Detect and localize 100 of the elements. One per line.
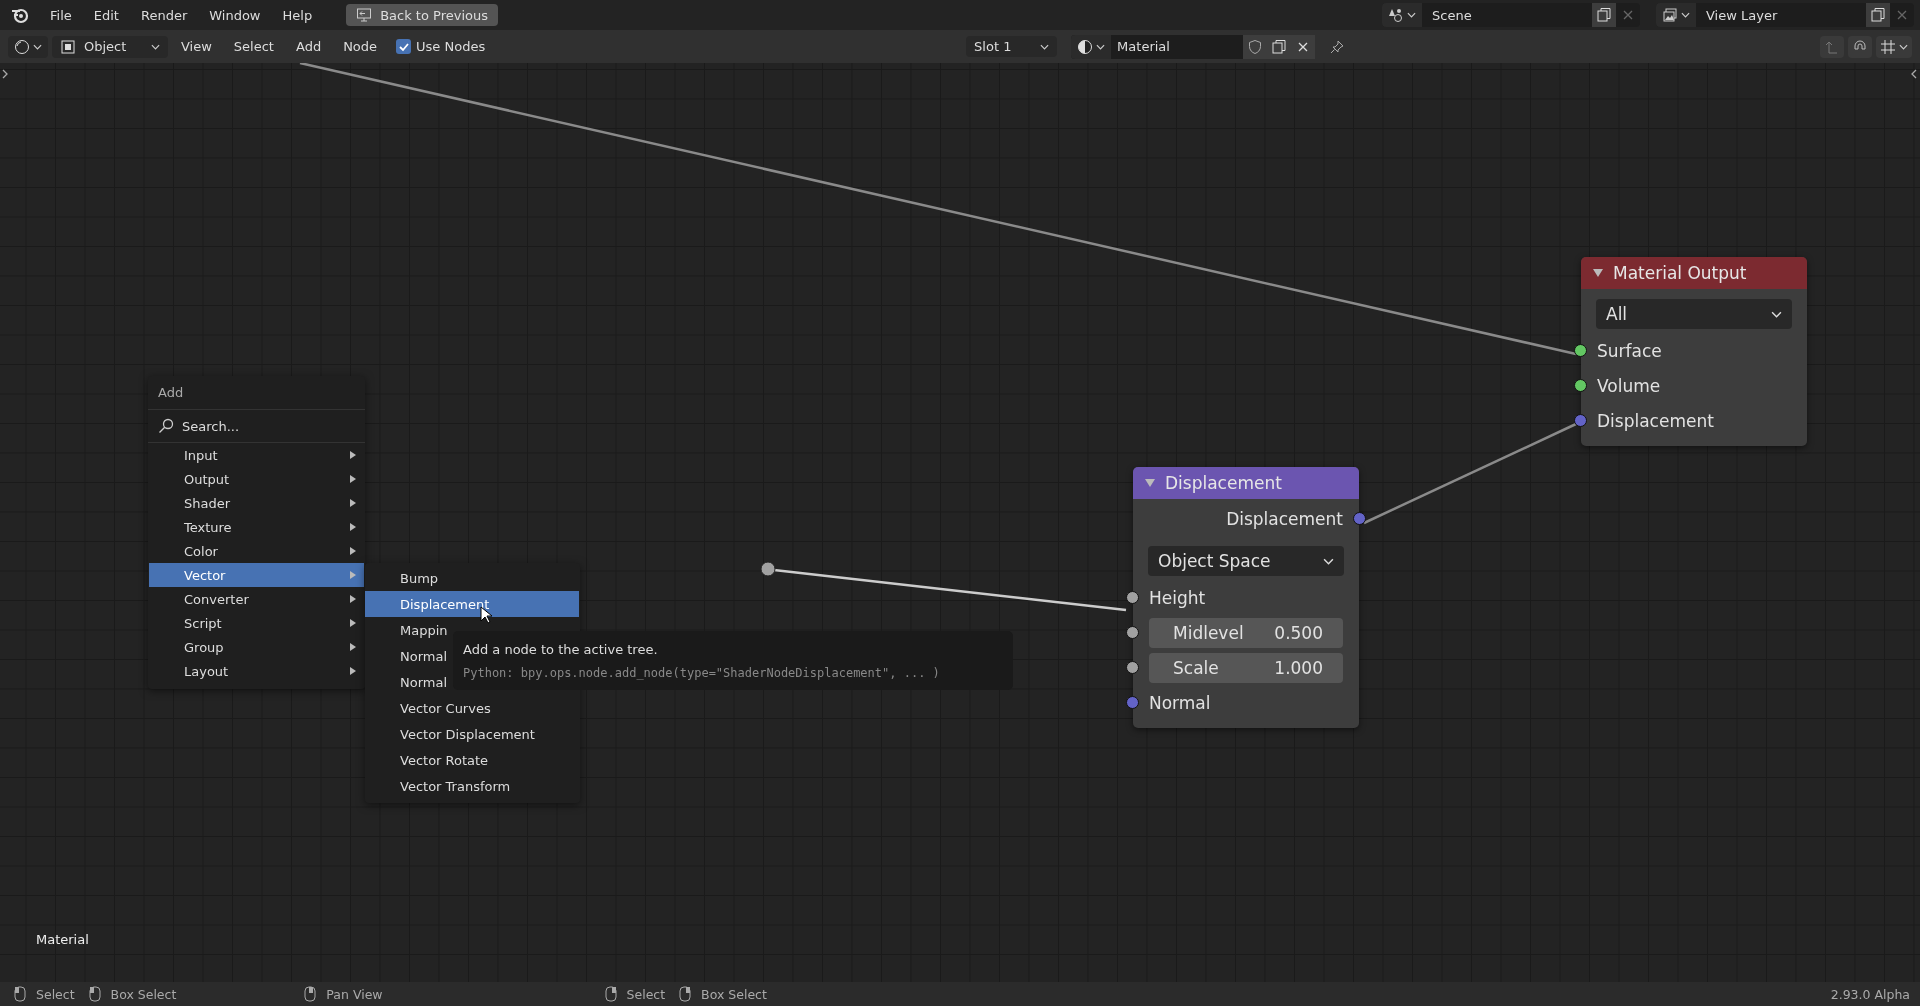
view-layer-type-button[interactable]	[1656, 3, 1696, 27]
socket-label: Surface	[1597, 340, 1662, 361]
menu-item[interactable]: File	[40, 3, 82, 27]
slot-dropdown[interactable]: Slot 1	[966, 36, 1058, 57]
menu-item[interactable]: Texture	[149, 515, 364, 539]
menu-item[interactable]: Help	[272, 3, 323, 27]
node-panel[interactable]: Material Output All Surface Volume Displacement	[1581, 257, 1807, 446]
menu-item[interactable]: Shader	[149, 491, 364, 515]
socket-label: Displacement	[1226, 508, 1343, 529]
chevron-down-icon	[1096, 43, 1106, 50]
submenu-arrow-icon	[350, 643, 356, 651]
duplicate-icon	[1870, 7, 1886, 23]
mouse-middle-icon	[304, 986, 317, 1002]
node-dropdown[interactable]: Object Space	[1148, 546, 1344, 576]
snap-button[interactable]	[1848, 35, 1872, 58]
menu-item[interactable]: Window	[199, 3, 271, 27]
unlink-button[interactable]	[1291, 34, 1316, 59]
search-field[interactable]: Search...	[148, 410, 365, 443]
node-dropdown[interactable]: All	[1596, 299, 1792, 329]
version-text: 2.93.0 Alpha	[1830, 986, 1910, 1002]
socket-label: Height	[1149, 587, 1206, 608]
collapse-icon[interactable]	[1145, 479, 1155, 487]
close-icon[interactable]	[1622, 9, 1634, 21]
scene-icon	[1388, 7, 1404, 23]
number-field[interactable]: Midlevel 0.500	[1149, 617, 1343, 648]
chevron-down-icon	[1771, 310, 1782, 318]
checkbox-icon[interactable]	[396, 39, 412, 54]
mouse-left-icon	[14, 986, 26, 1002]
menu-item[interactable]: Vector Displacement	[365, 721, 580, 747]
submenu-arrow-icon	[350, 667, 356, 675]
menu-item[interactable]: Output	[149, 467, 364, 491]
duplicate-button[interactable]	[1866, 3, 1890, 27]
duplicate-button[interactable]	[1592, 3, 1616, 27]
collapse-icon[interactable]	[1593, 269, 1603, 277]
menu-item[interactable]: Group	[149, 635, 364, 659]
python-text: Python: bpy.ops.node.add_node(type="ShaderNodeDisplacement", ... )	[463, 666, 941, 680]
close-icon	[1297, 40, 1310, 53]
screen-icon	[356, 7, 373, 23]
back-to-previous-button[interactable]: Back to Previous	[346, 4, 498, 26]
status-hint: Pan View	[326, 986, 383, 1002]
object-mode-icon	[60, 38, 76, 55]
scene-type-button[interactable]	[1382, 3, 1422, 27]
pin-icon[interactable]	[1329, 38, 1346, 55]
menu-item[interactable]: Vector Transform	[365, 773, 580, 799]
submenu-arrow-icon	[350, 499, 356, 507]
material-label: Material	[36, 932, 89, 947]
tooltip-text: Add a node to the active tree.	[463, 642, 659, 657]
close-icon[interactable]	[1896, 9, 1908, 21]
submenu-arrow-icon	[350, 619, 356, 627]
mouse-right-icon	[604, 986, 617, 1002]
menu-item[interactable]: Vector Rotate	[365, 747, 580, 773]
chevron-down-icon	[1040, 43, 1050, 50]
chevron-down-icon	[1681, 12, 1690, 18]
image-layers-icon	[1662, 7, 1678, 23]
chevron-down-icon	[151, 43, 160, 50]
grid-icon	[1880, 38, 1896, 55]
socket-label: Displacement	[1597, 410, 1714, 431]
submenu-arrow-icon	[350, 571, 356, 579]
node-header[interactable]: Displacement	[1133, 467, 1359, 499]
editor-type-button[interactable]	[8, 35, 48, 58]
snap-mode-button[interactable]	[1876, 35, 1912, 58]
menu-item[interactable]: Displacement	[365, 591, 579, 617]
material-browse-button[interactable]	[1071, 34, 1112, 59]
submenu-arrow-icon	[350, 547, 356, 555]
number-field[interactable]: Scale 1.000	[1149, 652, 1343, 683]
status-hint: Select	[626, 986, 666, 1002]
mouse-drag-icon	[88, 986, 101, 1002]
menu-item[interactable]: Vector Curves	[365, 695, 580, 721]
submenu-arrow-icon	[350, 451, 356, 459]
menu-item[interactable]: Input	[149, 443, 364, 467]
duplicate-icon	[1596, 7, 1612, 23]
socket-label: Normal	[1149, 692, 1211, 713]
menu-item[interactable]: Vector	[149, 563, 364, 587]
chevron-down-icon	[33, 43, 42, 50]
menu-item[interactable]: Color	[149, 539, 364, 563]
link-end-handle[interactable]	[760, 561, 776, 577]
header-menu-item[interactable]: View	[172, 36, 221, 57]
mode-dropdown[interactable]: Object	[52, 35, 168, 58]
node-editor-icon	[14, 38, 30, 55]
chevron-down-icon	[1323, 557, 1334, 565]
chevron-down-icon	[1407, 12, 1416, 18]
search-icon	[158, 418, 174, 434]
menu-item[interactable]: Converter	[149, 587, 364, 611]
menu-item[interactable]: Bump	[365, 565, 580, 591]
use-nodes-checkbox[interactable]: Use Nodes	[390, 39, 492, 54]
menu-item[interactable]: Script	[149, 611, 364, 635]
header-menu-item[interactable]: Node	[334, 36, 387, 57]
menu-item[interactable]: Edit	[83, 3, 129, 27]
mouse-drag-icon	[679, 986, 692, 1002]
node-panel[interactable]: Displacement Displacement Object Space Height Midlevel 0.500 Scale 1.000 Normal	[1133, 467, 1359, 728]
status-hint: Select	[36, 986, 75, 1002]
status-hint: Box Select	[110, 986, 177, 1002]
node-header[interactable]: Material Output	[1581, 257, 1807, 289]
chevron-down-icon	[1899, 43, 1908, 50]
header-menu-item[interactable]: Add	[286, 36, 331, 57]
header-menu-item[interactable]: Select	[224, 36, 283, 57]
menu-item[interactable]: Render	[130, 3, 198, 27]
duplicate-icon	[1271, 38, 1288, 55]
fake-user-button[interactable]	[1243, 34, 1268, 59]
menu-item[interactable]: Layout	[149, 659, 364, 683]
